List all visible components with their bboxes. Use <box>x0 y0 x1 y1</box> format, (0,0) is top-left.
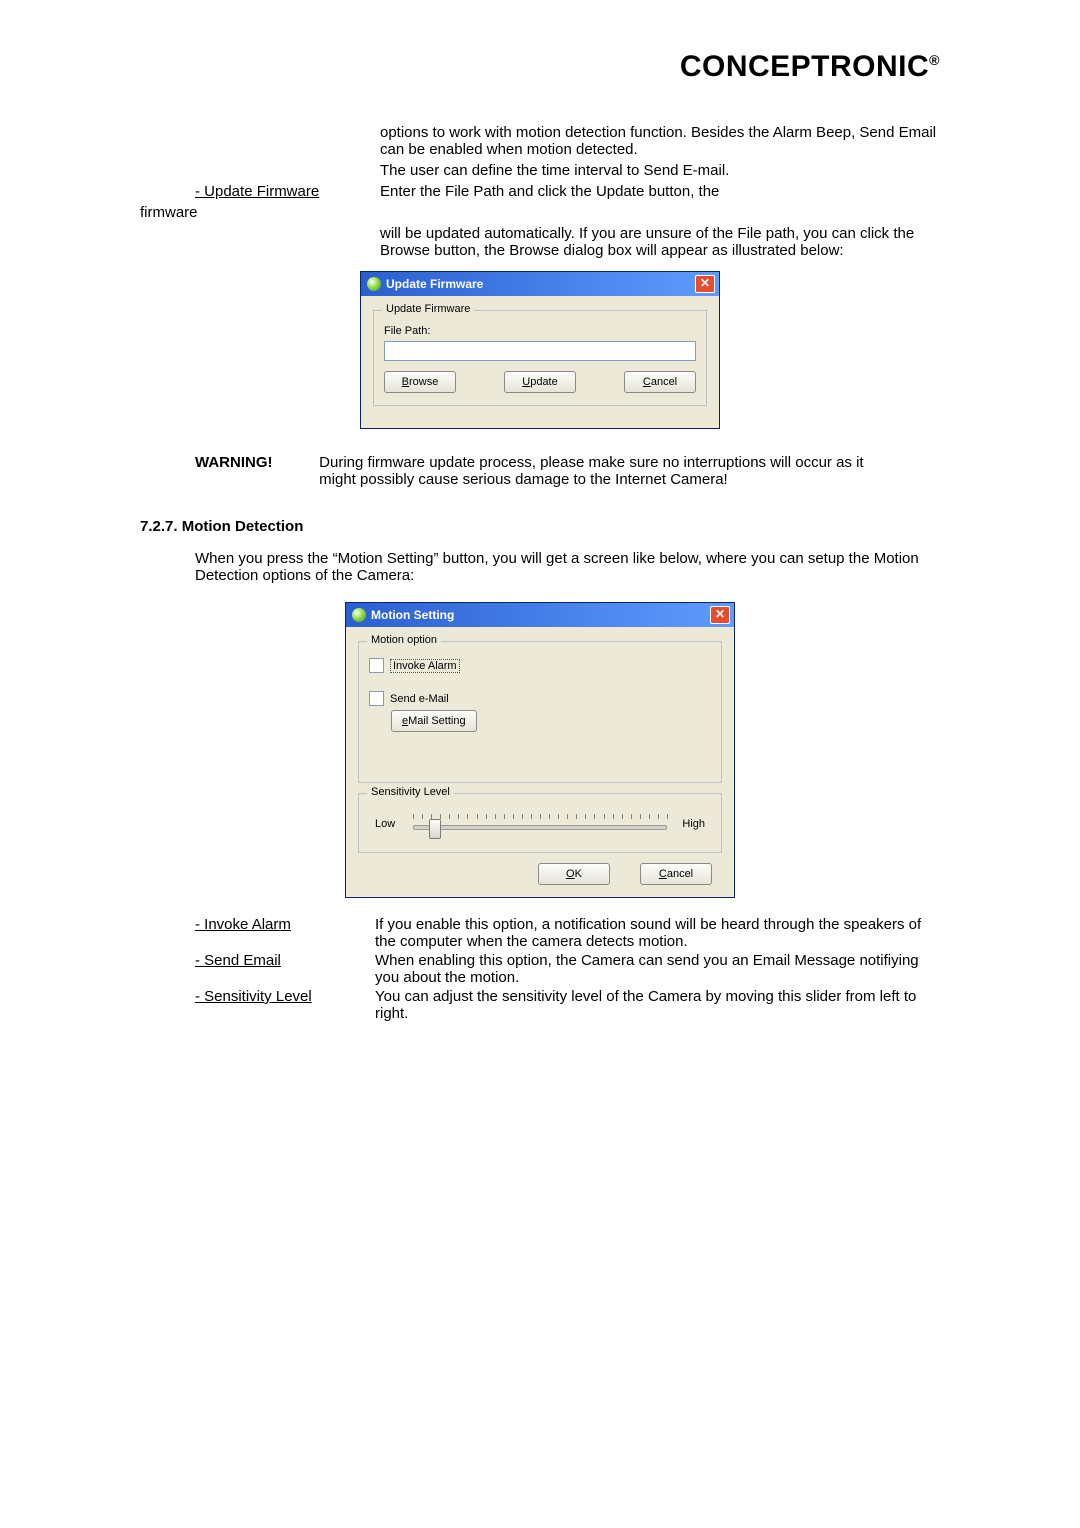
def-invoke-label: - Invoke Alarm <box>195 916 375 950</box>
email-setting-button[interactable]: eMail Setting <box>391 710 477 732</box>
def-invoke-text: If you enable this option, a notificatio… <box>375 916 940 950</box>
slider-ticks <box>413 814 667 822</box>
warning-text: During firmware update process, please m… <box>319 454 879 488</box>
intro-para-1: options to work with motion detection fu… <box>380 124 940 158</box>
warning-label: WARNING! <box>195 454 295 471</box>
update-firmware-group: Update Firmware File Path: Browse Update… <box>373 310 707 406</box>
send-email-checkbox[interactable] <box>369 691 384 706</box>
cancel-button[interactable]: Cancel <box>624 371 696 393</box>
low-label: Low <box>375 818 395 830</box>
update-firmware-dialog: Update Firmware ✕ Update Firmware File P… <box>360 271 720 429</box>
close-icon[interactable]: ✕ <box>710 606 730 624</box>
motion-option-group: Motion option Invoke Alarm Send e-Mail e… <box>358 641 722 783</box>
def-send-text: When enabling this option, the Camera ca… <box>375 952 940 986</box>
slider-bar <box>413 825 667 830</box>
ok-button[interactable]: OK <box>538 863 610 885</box>
filepath-label: File Path: <box>384 325 696 337</box>
browse-button[interactable]: Browse <box>384 371 456 393</box>
def-send-label: - Send Email <box>195 952 375 986</box>
dialog-titlebar: Motion Setting ✕ <box>346 603 734 627</box>
cancel-button[interactable]: Cancel <box>640 863 712 885</box>
app-icon <box>367 277 381 291</box>
update-firmware-text-1: Enter the File Path and click the Update… <box>380 183 940 200</box>
brand-reg: ® <box>929 52 940 68</box>
motion-setting-dialog: Motion Setting ✕ Motion option Invoke Al… <box>345 602 735 898</box>
dialog-titlebar: Update Firmware ✕ <box>361 272 719 296</box>
brand-text: CONCEPTRONIC <box>680 50 929 83</box>
section-para: When you press the “Motion Setting” butt… <box>195 550 940 584</box>
close-icon[interactable]: ✕ <box>695 275 715 293</box>
update-firmware-label: - Update Firmware <box>195 183 360 200</box>
app-icon <box>352 608 366 622</box>
def-sens-text: You can adjust the sensitivity level of … <box>375 988 940 1022</box>
dialog-title: Motion Setting <box>371 608 454 622</box>
def-sens-label: - Sensitivity Level <box>195 988 375 1022</box>
high-label: High <box>682 818 705 830</box>
section-heading: 7.2.7. Motion Detection <box>140 518 940 535</box>
group-legend: Sensitivity Level <box>367 786 454 798</box>
slider-thumb[interactable] <box>429 819 441 839</box>
brand-logo: CONCEPTRONIC® <box>140 50 940 84</box>
group-legend: Motion option <box>367 634 441 646</box>
invoke-alarm-label: Invoke Alarm <box>390 659 460 673</box>
sensitivity-group: Sensitivity Level Low High <box>358 793 722 853</box>
intro-para-2: The user can define the time interval to… <box>380 162 940 179</box>
update-button[interactable]: Update <box>504 371 576 393</box>
invoke-alarm-checkbox[interactable] <box>369 658 384 673</box>
send-email-label: Send e-Mail <box>390 693 449 705</box>
group-legend: Update Firmware <box>382 303 474 315</box>
sensitivity-slider[interactable]: Low High <box>369 814 711 840</box>
firmware-word: firmware <box>140 204 940 221</box>
dialog-title: Update Firmware <box>386 277 483 291</box>
filepath-input[interactable] <box>384 341 696 361</box>
update-firmware-text-2: will be updated automatically. If you ar… <box>380 225 940 259</box>
